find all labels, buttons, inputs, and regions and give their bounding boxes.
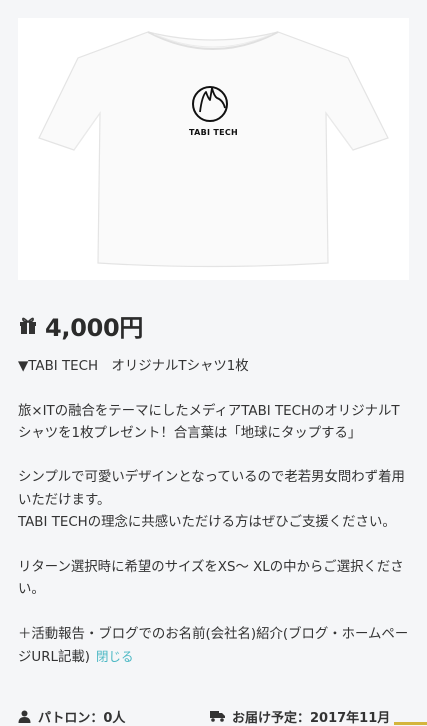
price: 4,000円 <box>45 313 144 342</box>
logo-text: TABI TECH <box>188 128 239 137</box>
gift-icon <box>20 317 36 334</box>
person-icon <box>18 710 31 723</box>
close-link[interactable]: 閉じる <box>96 649 134 664</box>
delivery-date: お届け予定：2017年11月 <box>210 706 390 726</box>
patron-count-text: パトロン：0人 <box>38 710 126 726</box>
tshirt-image <box>38 31 389 268</box>
truck-icon <box>210 711 225 722</box>
description-paragraph-2b: TABI TECHの理念に共感いただける方はぜひご支援ください。 <box>18 515 396 531</box>
description-paragraph-4: ＋活動報告・ブログでのお名前(会社名)紹介(ブログ・ホームページURL記載) 閉じ… <box>18 624 410 670</box>
price-row: 4,000円 <box>18 310 144 342</box>
reward-footer: パトロン：0人 お届け予定：2017年11月 <box>18 706 427 726</box>
description-paragraph-1: 旅×ITの融合をテーマにしたメディアTABI TECHのオリジナルTシャツを1枚… <box>18 403 400 441</box>
description-paragraph-4-text: ＋活動報告・ブログでのお名前(会社名)紹介(ブログ・ホームページURL記載) <box>18 626 409 665</box>
reward-description: ▼TABI TECH オリジナルTシャツ1枚 旅×ITの融合をテーマにしたメディ… <box>18 356 410 669</box>
product-image: TABI TECH <box>18 18 409 280</box>
description-paragraph-2a: シンプルで可愛いデザインとなっているので老若男女問わず着用いただけます。 <box>18 470 405 508</box>
description-paragraph-3: リターン選択時に希望のサイズをXS〜 XLの中からご選択ください。 <box>18 559 404 597</box>
delivery-date-text: お届け予定：2017年11月 <box>232 710 391 726</box>
reward-title: ▼TABI TECH オリジナルTシャツ1枚 <box>18 359 249 374</box>
patron-count: パトロン：0人 <box>18 707 125 726</box>
